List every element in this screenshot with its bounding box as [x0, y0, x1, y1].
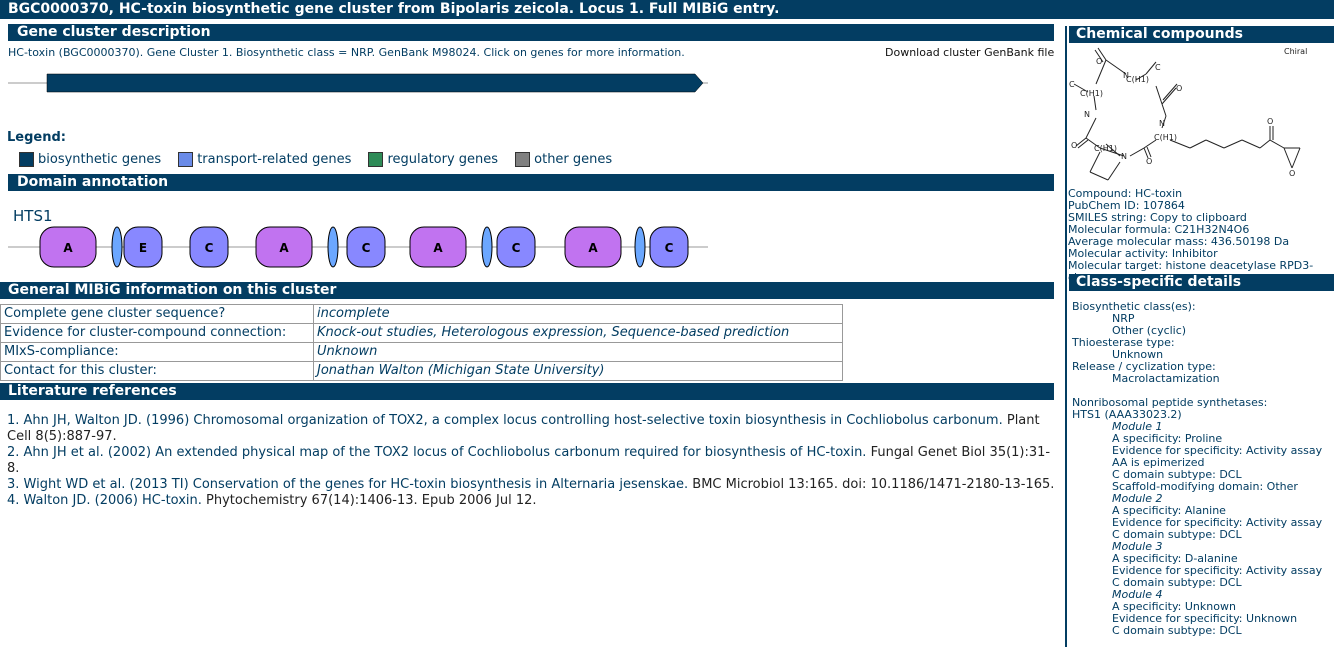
- domain-T[interactable]: [634, 226, 646, 268]
- references-list: 1. Ahn JH, Walton JD. (1996) Chromosomal…: [7, 413, 1055, 509]
- legend-label: biosynthetic genes: [38, 152, 162, 167]
- legend-item-other: other genes: [515, 152, 612, 167]
- class-detail-line: Thioesterase type:: [1072, 336, 1175, 349]
- compound-info: Compound: HC-toxin PubChem ID: 107864 SM…: [1068, 188, 1334, 284]
- atom-label: O: [1071, 141, 1077, 150]
- reference-journal: Phytochemistry 67(14):1406-13. Epub 2006…: [201, 493, 537, 508]
- legend-item-transport: transport-related genes: [178, 152, 351, 167]
- class-detail-line: Macrolactamization: [1112, 372, 1220, 385]
- gene-cluster-map: [8, 73, 708, 93]
- reference-link[interactable]: 3. Wight WD et al. (2013 TI) Conservatio…: [7, 477, 688, 492]
- atom-label: N: [1159, 119, 1165, 128]
- reference-link[interactable]: 1. Ahn JH, Walton JD. (1996) Chromosomal…: [7, 413, 1003, 428]
- section-header-domain-annotation: Domain annotation: [8, 174, 1054, 191]
- atom-label: C(H1): [1126, 75, 1149, 84]
- domain-label: A: [63, 241, 73, 255]
- domain-label: A: [588, 241, 598, 255]
- reference-link[interactable]: 4. Walton JD. (2006) HC-toxin.: [7, 493, 202, 508]
- page-title: BGC0000370, HC-toxin biosynthetic gene c…: [0, 0, 1334, 19]
- domain-label: E: [139, 241, 147, 255]
- reference-item: 2. Ahn JH et al. (2002) An extended phys…: [7, 445, 1055, 477]
- info-value: incomplete: [313, 304, 843, 324]
- atom-label: C(H1): [1080, 89, 1103, 98]
- atom-label: N: [1123, 71, 1129, 80]
- legend-label: regulatory genes: [387, 152, 499, 167]
- legend-heading: Legend:: [7, 130, 66, 145]
- class-detail-line: C domain subtype: DCL: [1112, 624, 1242, 637]
- reference-link[interactable]: 2. Ahn JH et al. (2002) An extended phys…: [7, 445, 866, 460]
- atom-label: N: [1121, 152, 1127, 161]
- info-value[interactable]: Jonathan Walton (Michigan State Universi…: [313, 361, 843, 381]
- cluster-description: HC-toxin (BGC0000370). Gene Cluster 1. B…: [8, 46, 685, 59]
- atom-label: C(H1): [1094, 144, 1117, 153]
- domain-T[interactable]: [481, 226, 493, 268]
- class-detail-line: Biosynthetic class(es):: [1072, 300, 1196, 313]
- legend-item-regulatory: regulatory genes: [368, 152, 498, 167]
- gene-arrow-hts1[interactable]: [46, 73, 704, 93]
- legend-swatch-transport: [178, 152, 194, 167]
- section-header-literature: Literature references: [0, 383, 1054, 400]
- table-row: MIxS-compliance: Unknown: [0, 342, 843, 362]
- legend-label: other genes: [534, 152, 613, 167]
- class-details-list: Biosynthetic class(es): NRP Other (cyclic)…: [1072, 301, 1322, 637]
- legend-swatch-regulatory: [368, 152, 384, 167]
- class-detail-line: NRP: [1112, 312, 1135, 325]
- general-info-table: Complete gene cluster sequence? incomplet…: [0, 304, 843, 381]
- legend-swatch-other: [515, 152, 531, 167]
- class-detail-line: C domain subtype: DCL: [1112, 528, 1242, 541]
- structure-bonds: [1073, 47, 1301, 181]
- atom-label: C(H1): [1154, 133, 1177, 142]
- domain-label: C: [665, 241, 674, 255]
- chiral-label: Chiral: [1284, 47, 1307, 56]
- chemical-structure: Chiral C C C(H1) C(H1) C(H1) C(H1) N N N…: [1069, 47, 1307, 181]
- domain-label: A: [279, 241, 289, 255]
- info-value: Knock-out studies, Heterologous expressi…: [313, 323, 843, 343]
- class-detail-line: HTS1 (AAA33023.2): [1072, 408, 1182, 421]
- domain-T[interactable]: [111, 226, 123, 268]
- section-header-gene-cluster: Gene cluster description: [8, 24, 1054, 41]
- domain-label: C: [512, 241, 521, 255]
- atom-label: O: [1267, 117, 1273, 126]
- reference-item: 4. Walton JD. (2006) HC-toxin. Phytochem…: [7, 493, 1055, 509]
- table-row: Contact for this cluster: Jonathan Walton…: [0, 361, 843, 381]
- info-key: MIxS-compliance:: [0, 342, 314, 362]
- table-row: Complete gene cluster sequence? incomplet…: [0, 304, 843, 324]
- domain-label: C: [362, 241, 371, 255]
- atom-label: O: [1096, 57, 1102, 66]
- info-value: Unknown: [313, 342, 843, 362]
- domain-map: AECACACAC: [8, 226, 708, 268]
- class-detail-line: C domain subtype: DCL: [1112, 576, 1242, 589]
- domain-label: A: [433, 241, 443, 255]
- atom-label: O: [1289, 169, 1295, 178]
- atom-label: O: [1176, 84, 1182, 93]
- info-key: Contact for this cluster:: [0, 361, 314, 381]
- section-header-chemical-compounds: Chemical compounds: [1069, 26, 1334, 43]
- legend-swatch-biosynthetic: [19, 152, 34, 167]
- legend-label: transport-related genes: [197, 152, 352, 167]
- reference-item: 1. Ahn JH, Walton JD. (1996) Chromosomal…: [7, 413, 1055, 445]
- download-genbank-link[interactable]: Download cluster GenBank file: [885, 46, 1054, 59]
- reference-journal: BMC Microbiol 13:165. doi: 10.1186/1471-…: [688, 477, 1055, 492]
- legend: biosynthetic genes transport-related gen…: [19, 152, 624, 171]
- info-key: Evidence for cluster-compound connection…: [0, 323, 314, 343]
- atom-label: C: [1069, 80, 1075, 89]
- info-key: Complete gene cluster sequence?: [0, 304, 314, 324]
- atom-label: N: [1084, 110, 1090, 119]
- table-row: Evidence for cluster-compound connection…: [0, 323, 843, 343]
- class-detail-line: Scaffold-modifying domain: Other: [1112, 480, 1298, 493]
- domain-label: C: [205, 241, 214, 255]
- section-header-general-info: General MIBiG information on this cluste…: [0, 282, 1054, 299]
- atom-label: C: [1155, 63, 1161, 72]
- reference-item: 3. Wight WD et al. (2013 TI) Conservatio…: [7, 477, 1055, 493]
- domain-T[interactable]: [327, 226, 339, 268]
- legend-item-biosynthetic: biosynthetic genes: [19, 152, 161, 167]
- section-header-class-details: Class-specific details: [1069, 274, 1334, 291]
- atom-label: O: [1146, 157, 1152, 166]
